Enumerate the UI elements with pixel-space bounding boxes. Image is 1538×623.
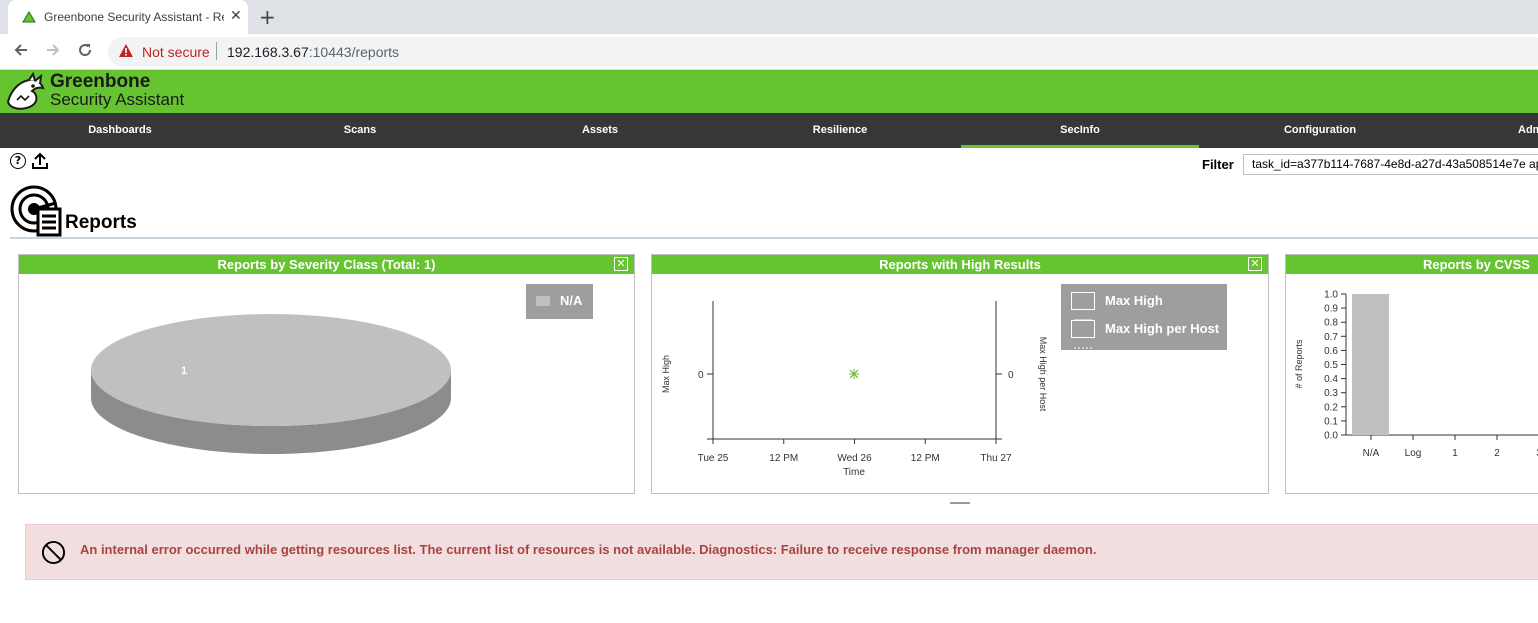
bar-group xyxy=(1352,294,1389,435)
warning-triangle-icon xyxy=(118,43,134,62)
url-text[interactable]: 192.168.3.67:10443/reports xyxy=(227,44,399,60)
x-tick-label: 1 xyxy=(1452,448,1458,459)
help-icon[interactable]: ? xyxy=(10,153,26,169)
new-tab-button[interactable]: + xyxy=(259,5,276,29)
upload-icon[interactable] xyxy=(32,152,48,170)
browser-toolbar: Not secure 192.168.3.67:10443/reports xyxy=(0,34,1538,70)
filter-label: Filter xyxy=(1202,157,1234,172)
panel-reports-by-severity: Reports by Severity Class (Total: 1) ✕ 1… xyxy=(18,254,635,494)
x-tick-label: Thu 27 xyxy=(980,453,1012,464)
title-divider xyxy=(10,237,1538,239)
y-tick-label: 0.7 xyxy=(1324,332,1338,343)
y2-tick-label: 0 xyxy=(1008,370,1014,381)
pie-legend: N/A xyxy=(526,284,593,319)
prohibited-icon xyxy=(41,540,66,565)
legend-label: Max High xyxy=(1105,293,1163,308)
error-message: An internal error occurred while getting… xyxy=(80,542,1097,557)
y-tick-label: 0.1 xyxy=(1324,416,1338,427)
filter-input[interactable]: task_id=a377b114-7687-4e8d-a27d-43a50851… xyxy=(1243,154,1538,175)
logo-text-security-assistant: Security Assistant xyxy=(50,90,185,109)
x-tick-label: Log xyxy=(1405,448,1422,459)
legend-swatch-solid xyxy=(1071,292,1095,321)
y-tick-label: 0.2 xyxy=(1324,402,1338,413)
menu-item-scans[interactable]: Scans xyxy=(240,113,480,148)
page-title: Reports xyxy=(65,212,137,233)
forward-arrow-icon[interactable] xyxy=(45,42,61,62)
legend-swatch xyxy=(536,296,550,306)
x-tick-label: 12 PM xyxy=(911,453,940,464)
legend-swatch-dashed xyxy=(1071,320,1095,349)
legend-item-max-high[interactable]: Max High xyxy=(1071,292,1221,321)
greenbone-favicon-icon xyxy=(22,11,36,23)
url-path: :10443/reports xyxy=(308,44,400,60)
panel-title[interactable]: Reports by Severity Class (Total: 1) xyxy=(19,255,634,274)
x-tick-label: 12 PM xyxy=(769,453,798,464)
x-tick-group: Tue 25 12 PM Wed 26 12 PM Thu 27 xyxy=(698,439,1012,464)
browser-tab[interactable]: Greenbone Security Assistant - Reports ✕ xyxy=(8,0,248,34)
menu-item-configuration[interactable]: Configuration xyxy=(1200,113,1440,148)
back-arrow-icon[interactable] xyxy=(13,42,29,62)
greenbone-dragon-logo-icon[interactable] xyxy=(5,72,47,112)
panel-close-icon[interactable]: ✕ xyxy=(614,257,628,271)
line-legend: Max High Max High per Host xyxy=(1061,284,1227,350)
y-tick-label: 0.0 xyxy=(1324,431,1338,442)
legend-label: Max High per Host xyxy=(1105,321,1220,336)
x-tick-label: 2 xyxy=(1494,448,1500,459)
pie-slice-label: 1 xyxy=(181,365,187,377)
reload-icon[interactable] xyxy=(77,42,93,62)
y-tick-label: 0.3 xyxy=(1324,388,1338,399)
tab-close-icon[interactable]: ✕ xyxy=(230,8,242,24)
legend-item-max-high-per-host[interactable]: Max High per Host xyxy=(1071,320,1221,349)
menu-item-resilience[interactable]: Resilience xyxy=(720,113,960,148)
legend-label: N/A xyxy=(560,293,583,308)
y-tick-group: 0.0 0.1 0.2 0.3 0.4 0.5 0.6 0.7 0.8 0.9 1.0 xyxy=(1324,290,1346,442)
browser-tabstrip: Greenbone Security Assistant - Reports ✕… xyxy=(0,0,1538,34)
y-tick-label: 0 xyxy=(698,370,704,381)
app-header: Greenbone Security Assistant xyxy=(0,70,1538,113)
y-tick-label: 0.8 xyxy=(1324,318,1338,329)
resize-handle[interactable] xyxy=(950,502,970,504)
panel-close-icon[interactable]: ✕ xyxy=(1248,257,1262,271)
x-tick-group: N/ALog123 xyxy=(1363,435,1538,459)
data-point-max-high[interactable] xyxy=(849,369,859,379)
not-secure-label[interactable]: Not secure xyxy=(142,44,210,60)
menu-item-secinfo[interactable]: SecInfo xyxy=(961,113,1199,148)
y-axis-label: Max High xyxy=(661,355,671,393)
panel-title[interactable]: Reports with High Results xyxy=(652,255,1268,274)
pie-slice-na[interactable] xyxy=(91,314,451,426)
y-tick-label: 0.4 xyxy=(1324,374,1338,385)
address-bar[interactable]: Not secure 192.168.3.67:10443/reports xyxy=(108,37,1538,67)
reports-icon xyxy=(10,185,62,237)
y2-axis-label: Max High per Host xyxy=(1038,337,1048,412)
cvss-bar-chart: 0.0 0.1 0.2 0.3 0.4 0.5 0.6 0.7 0.8 0.9 1.0 N/A Log… xyxy=(1294,290,1538,459)
main-menu: Dashboards Scans Assets Resilience SecIn… xyxy=(0,113,1538,148)
menu-item-dashboards[interactable]: Dashboards xyxy=(0,113,240,148)
y-tick-label: 0.9 xyxy=(1324,304,1338,315)
y-tick-label: 0.6 xyxy=(1324,346,1338,357)
x-axis-label: Time xyxy=(843,467,865,478)
menu-item-administration[interactable]: Administration xyxy=(1440,113,1538,148)
y-tick-label: 1.0 xyxy=(1324,290,1338,301)
error-alert: An internal error occurred while getting… xyxy=(25,524,1538,580)
x-tick-label: Tue 25 xyxy=(698,453,729,464)
y-axis-label: # of Reports xyxy=(1294,339,1304,389)
url-host: 192.168.3.67 xyxy=(227,44,309,60)
menu-item-assets[interactable]: Assets xyxy=(480,113,720,148)
bar-na[interactable] xyxy=(1352,294,1389,435)
panel-title[interactable]: Reports by CVSS xyxy=(1286,255,1538,274)
tab-title: Greenbone Security Assistant - Reports xyxy=(44,10,224,24)
url-separator xyxy=(216,42,217,60)
panel-reports-high-results: Reports with High Results ✕ 0 0 Tue 25 12… xyxy=(651,254,1269,494)
x-tick-label: N/A xyxy=(1363,448,1380,459)
x-tick-label: Wed 26 xyxy=(837,453,872,464)
panel-reports-by-cvss: Reports by CVSS 0.0 0.1 0.2 0.3 0.4 0.5 0.6 0.7… xyxy=(1285,254,1538,494)
y-tick-label: 0.5 xyxy=(1324,360,1338,371)
